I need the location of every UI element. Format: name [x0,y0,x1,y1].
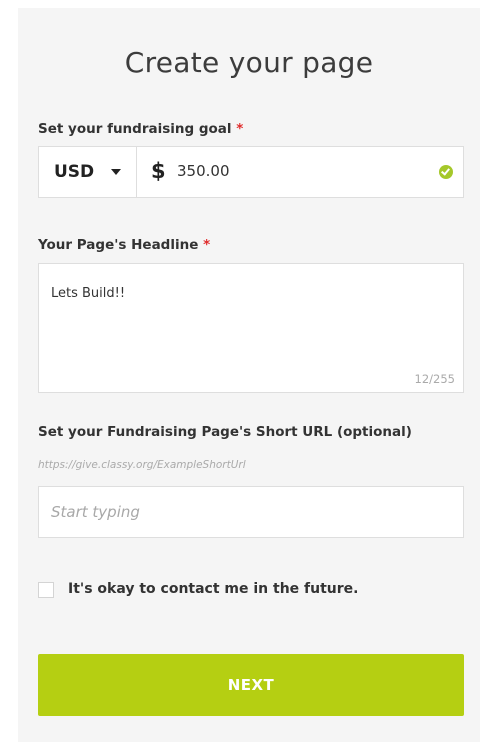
headline-char-counter: 12/255 [414,372,455,386]
headline-value: Lets Build!! [51,286,126,301]
goal-label: Set your fundraising goal * [38,121,243,137]
next-button[interactable]: NEXT [38,654,464,716]
check-circle-icon [439,165,453,179]
page-title: Create your page [124,46,374,79]
chevron-down-icon [111,169,121,175]
goal-required-mark: * [236,121,244,137]
contact-consent-label[interactable]: It's okay to contact me in the future. [68,581,358,597]
currency-select[interactable]: USD [39,147,137,197]
goal-row: USD $ [38,146,464,198]
headline-label: Your Page's Headline * [38,237,210,253]
short-url-hint: https://give.classy.org/ExampleShortUrl [38,459,246,471]
short-url-label: Set your Fundraising Page's Short URL (o… [38,424,412,440]
headline-textarea[interactable]: Lets Build!! 12/255 [38,263,464,393]
headline-label-text: Your Page's Headline [38,237,199,253]
goal-amount-input[interactable] [177,162,417,180]
headline-required-mark: * [203,237,211,253]
currency-symbol: $ [151,159,166,183]
contact-consent-checkbox[interactable] [38,582,54,598]
create-page-form: Create your page Set your fundraising go… [18,8,480,742]
short-url-input[interactable] [38,486,464,538]
contact-consent-row: It's okay to contact me in the future. [38,580,458,602]
goal-label-text: Set your fundraising goal [38,121,232,137]
currency-value: USD [54,162,95,182]
